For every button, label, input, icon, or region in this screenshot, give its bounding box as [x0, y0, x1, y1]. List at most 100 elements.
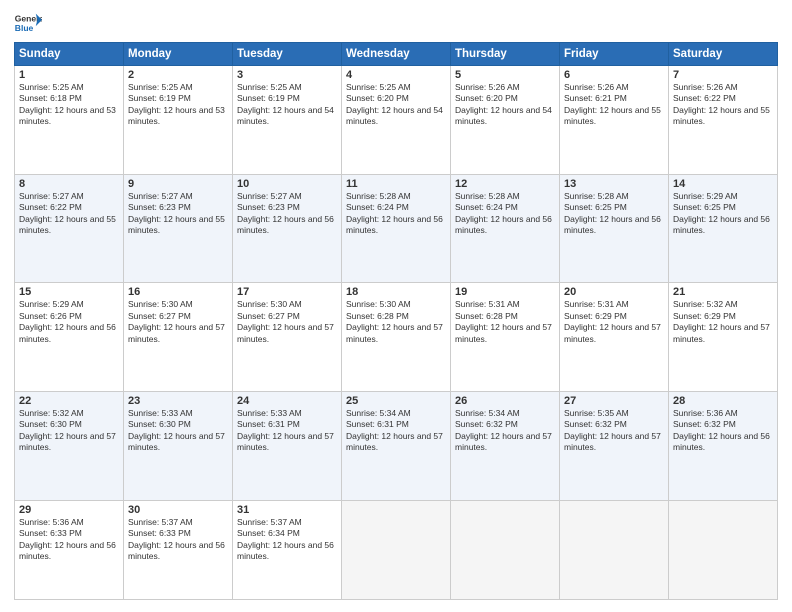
day-info: Sunrise: 5:30 AMSunset: 6:27 PMDaylight:…: [128, 299, 228, 345]
day-info: Sunrise: 5:36 AMSunset: 6:32 PMDaylight:…: [673, 408, 773, 454]
day-info: Sunrise: 5:27 AMSunset: 6:23 PMDaylight:…: [128, 191, 228, 237]
table-row: 3Sunrise: 5:25 AMSunset: 6:19 PMDaylight…: [233, 66, 342, 175]
table-row: [342, 500, 451, 599]
calendar-week-row: 8Sunrise: 5:27 AMSunset: 6:22 PMDaylight…: [15, 174, 778, 283]
day-info: Sunrise: 5:32 AMSunset: 6:30 PMDaylight:…: [19, 408, 119, 454]
col-wednesday: Wednesday: [342, 43, 451, 66]
col-saturday: Saturday: [669, 43, 778, 66]
day-number: 14: [673, 178, 773, 190]
day-number: 2: [128, 69, 228, 81]
day-info: Sunrise: 5:33 AMSunset: 6:31 PMDaylight:…: [237, 408, 337, 454]
table-row: 19Sunrise: 5:31 AMSunset: 6:28 PMDayligh…: [451, 283, 560, 392]
day-info: Sunrise: 5:27 AMSunset: 6:23 PMDaylight:…: [237, 191, 337, 237]
logo: General Blue: [14, 12, 44, 34]
day-number: 10: [237, 178, 337, 190]
day-info: Sunrise: 5:25 AMSunset: 6:18 PMDaylight:…: [19, 82, 119, 128]
day-info: Sunrise: 5:26 AMSunset: 6:21 PMDaylight:…: [564, 82, 664, 128]
day-number: 23: [128, 395, 228, 407]
day-number: 8: [19, 178, 119, 190]
svg-text:Blue: Blue: [15, 23, 34, 33]
table-row: 23Sunrise: 5:33 AMSunset: 6:30 PMDayligh…: [124, 391, 233, 500]
table-row: 31Sunrise: 5:37 AMSunset: 6:34 PMDayligh…: [233, 500, 342, 599]
day-number: 19: [455, 286, 555, 298]
day-info: Sunrise: 5:27 AMSunset: 6:22 PMDaylight:…: [19, 191, 119, 237]
day-info: Sunrise: 5:30 AMSunset: 6:28 PMDaylight:…: [346, 299, 446, 345]
table-row: 28Sunrise: 5:36 AMSunset: 6:32 PMDayligh…: [669, 391, 778, 500]
table-row: 9Sunrise: 5:27 AMSunset: 6:23 PMDaylight…: [124, 174, 233, 283]
day-info: Sunrise: 5:25 AMSunset: 6:19 PMDaylight:…: [128, 82, 228, 128]
table-row: 7Sunrise: 5:26 AMSunset: 6:22 PMDaylight…: [669, 66, 778, 175]
table-row: 11Sunrise: 5:28 AMSunset: 6:24 PMDayligh…: [342, 174, 451, 283]
day-number: 15: [19, 286, 119, 298]
day-number: 16: [128, 286, 228, 298]
table-row: 20Sunrise: 5:31 AMSunset: 6:29 PMDayligh…: [560, 283, 669, 392]
table-row: 4Sunrise: 5:25 AMSunset: 6:20 PMDaylight…: [342, 66, 451, 175]
table-row: [669, 500, 778, 599]
day-info: Sunrise: 5:28 AMSunset: 6:24 PMDaylight:…: [455, 191, 555, 237]
table-row: 5Sunrise: 5:26 AMSunset: 6:20 PMDaylight…: [451, 66, 560, 175]
day-number: 7: [673, 69, 773, 81]
day-number: 12: [455, 178, 555, 190]
day-number: 25: [346, 395, 446, 407]
day-number: 1: [19, 69, 119, 81]
day-info: Sunrise: 5:34 AMSunset: 6:32 PMDaylight:…: [455, 408, 555, 454]
day-info: Sunrise: 5:30 AMSunset: 6:27 PMDaylight:…: [237, 299, 337, 345]
table-row: [560, 500, 669, 599]
day-info: Sunrise: 5:33 AMSunset: 6:30 PMDaylight:…: [128, 408, 228, 454]
table-row: 22Sunrise: 5:32 AMSunset: 6:30 PMDayligh…: [15, 391, 124, 500]
col-tuesday: Tuesday: [233, 43, 342, 66]
calendar-table: Sunday Monday Tuesday Wednesday Thursday…: [14, 42, 778, 600]
table-row: 25Sunrise: 5:34 AMSunset: 6:31 PMDayligh…: [342, 391, 451, 500]
day-number: 26: [455, 395, 555, 407]
day-number: 3: [237, 69, 337, 81]
day-number: 17: [237, 286, 337, 298]
page: General Blue Sunday Monday Tuesday Wedne…: [0, 0, 792, 612]
table-row: 16Sunrise: 5:30 AMSunset: 6:27 PMDayligh…: [124, 283, 233, 392]
col-monday: Monday: [124, 43, 233, 66]
table-row: 21Sunrise: 5:32 AMSunset: 6:29 PMDayligh…: [669, 283, 778, 392]
day-number: 29: [19, 504, 119, 516]
table-row: 10Sunrise: 5:27 AMSunset: 6:23 PMDayligh…: [233, 174, 342, 283]
calendar-header-row: Sunday Monday Tuesday Wednesday Thursday…: [15, 43, 778, 66]
day-info: Sunrise: 5:26 AMSunset: 6:22 PMDaylight:…: [673, 82, 773, 128]
calendar-week-row: 1Sunrise: 5:25 AMSunset: 6:18 PMDaylight…: [15, 66, 778, 175]
table-row: 8Sunrise: 5:27 AMSunset: 6:22 PMDaylight…: [15, 174, 124, 283]
col-sunday: Sunday: [15, 43, 124, 66]
table-row: 24Sunrise: 5:33 AMSunset: 6:31 PMDayligh…: [233, 391, 342, 500]
calendar-week-row: 22Sunrise: 5:32 AMSunset: 6:30 PMDayligh…: [15, 391, 778, 500]
table-row: [451, 500, 560, 599]
day-info: Sunrise: 5:31 AMSunset: 6:28 PMDaylight:…: [455, 299, 555, 345]
day-number: 20: [564, 286, 664, 298]
day-info: Sunrise: 5:28 AMSunset: 6:24 PMDaylight:…: [346, 191, 446, 237]
calendar-week-row: 15Sunrise: 5:29 AMSunset: 6:26 PMDayligh…: [15, 283, 778, 392]
day-info: Sunrise: 5:26 AMSunset: 6:20 PMDaylight:…: [455, 82, 555, 128]
day-info: Sunrise: 5:37 AMSunset: 6:33 PMDaylight:…: [128, 517, 228, 563]
col-thursday: Thursday: [451, 43, 560, 66]
day-info: Sunrise: 5:37 AMSunset: 6:34 PMDaylight:…: [237, 517, 337, 563]
table-row: 29Sunrise: 5:36 AMSunset: 6:33 PMDayligh…: [15, 500, 124, 599]
table-row: 12Sunrise: 5:28 AMSunset: 6:24 PMDayligh…: [451, 174, 560, 283]
day-info: Sunrise: 5:29 AMSunset: 6:25 PMDaylight:…: [673, 191, 773, 237]
table-row: 2Sunrise: 5:25 AMSunset: 6:19 PMDaylight…: [124, 66, 233, 175]
day-number: 5: [455, 69, 555, 81]
day-info: Sunrise: 5:32 AMSunset: 6:29 PMDaylight:…: [673, 299, 773, 345]
day-info: Sunrise: 5:29 AMSunset: 6:26 PMDaylight:…: [19, 299, 119, 345]
day-info: Sunrise: 5:28 AMSunset: 6:25 PMDaylight:…: [564, 191, 664, 237]
day-info: Sunrise: 5:25 AMSunset: 6:19 PMDaylight:…: [237, 82, 337, 128]
table-row: 15Sunrise: 5:29 AMSunset: 6:26 PMDayligh…: [15, 283, 124, 392]
day-number: 21: [673, 286, 773, 298]
day-number: 27: [564, 395, 664, 407]
day-number: 31: [237, 504, 337, 516]
day-info: Sunrise: 5:31 AMSunset: 6:29 PMDaylight:…: [564, 299, 664, 345]
table-row: 27Sunrise: 5:35 AMSunset: 6:32 PMDayligh…: [560, 391, 669, 500]
logo-icon: General Blue: [14, 12, 42, 34]
col-friday: Friday: [560, 43, 669, 66]
table-row: 1Sunrise: 5:25 AMSunset: 6:18 PMDaylight…: [15, 66, 124, 175]
table-row: 13Sunrise: 5:28 AMSunset: 6:25 PMDayligh…: [560, 174, 669, 283]
day-info: Sunrise: 5:25 AMSunset: 6:20 PMDaylight:…: [346, 82, 446, 128]
day-number: 24: [237, 395, 337, 407]
calendar-week-row: 29Sunrise: 5:36 AMSunset: 6:33 PMDayligh…: [15, 500, 778, 599]
header: General Blue: [14, 12, 778, 34]
day-number: 30: [128, 504, 228, 516]
day-info: Sunrise: 5:34 AMSunset: 6:31 PMDaylight:…: [346, 408, 446, 454]
